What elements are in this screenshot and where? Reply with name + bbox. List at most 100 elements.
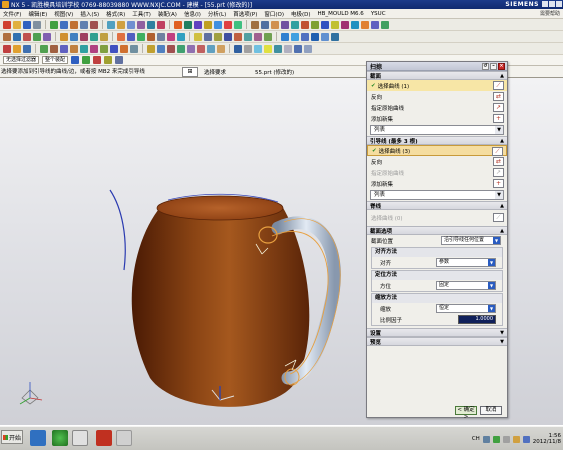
light-icon[interactable] bbox=[254, 44, 262, 53]
menu-assemblies[interactable]: 装配(A) bbox=[158, 10, 177, 18]
menu-analysis[interactable]: 分析(L) bbox=[208, 10, 226, 18]
section-location-select[interactable]: 沿引导线任何位置 ▼ bbox=[441, 236, 501, 245]
menu-view[interactable]: 视图(V) bbox=[54, 10, 73, 18]
wireframe-icon[interactable] bbox=[157, 20, 165, 29]
reset-button[interactable]: ↺ bbox=[482, 63, 489, 70]
minimize-button[interactable] bbox=[542, 1, 548, 7]
mug-rim[interactable] bbox=[156, 195, 284, 221]
orientation-method-title[interactable]: 定位方法 bbox=[372, 271, 502, 280]
document-tab-icon[interactable]: ⊞ bbox=[182, 67, 198, 77]
pocket-icon[interactable] bbox=[100, 44, 108, 53]
mirror-icon[interactable] bbox=[321, 20, 329, 29]
tray-display-icon[interactable] bbox=[522, 435, 530, 443]
clip-icon[interactable] bbox=[274, 44, 282, 53]
section-select-curve-row[interactable]: ✔ 选择曲线 (1) ⟋ bbox=[367, 80, 507, 91]
reverse-direction-icon[interactable]: ⇄ bbox=[493, 92, 504, 101]
menu-tools[interactable]: 工具(T) bbox=[132, 10, 151, 18]
replace-face-icon[interactable] bbox=[281, 20, 289, 29]
curve-select-icon[interactable]: ⟋ bbox=[493, 213, 504, 222]
feature-edit-icon[interactable] bbox=[13, 44, 21, 53]
datum-icon[interactable] bbox=[381, 20, 389, 29]
selection-scope-dropdown[interactable]: 整个装配 bbox=[42, 56, 69, 64]
zoom-icon[interactable] bbox=[117, 20, 125, 29]
curve-select-icon[interactable]: ⟋ bbox=[493, 81, 504, 90]
snap-endpoint-icon[interactable] bbox=[71, 56, 80, 64]
undo-icon[interactable] bbox=[50, 20, 58, 29]
trim-body-icon[interactable] bbox=[251, 20, 259, 29]
settings-group-header[interactable]: 设置 ▼ bbox=[367, 328, 507, 337]
cancel-button[interactable]: 取消 bbox=[480, 405, 502, 415]
feature-new-icon[interactable] bbox=[3, 44, 11, 53]
view-iso-icon[interactable] bbox=[311, 32, 319, 41]
menu-electrode[interactable]: 电极(D) bbox=[291, 10, 311, 18]
n-sided-icon[interactable] bbox=[147, 32, 155, 41]
through-curves-icon[interactable] bbox=[117, 32, 125, 41]
taskbar-app-window-icon[interactable] bbox=[116, 430, 132, 446]
slot-icon[interactable] bbox=[120, 44, 128, 53]
chevron-down-icon[interactable]: ▼ bbox=[500, 339, 504, 345]
swept-icon[interactable] bbox=[137, 32, 145, 41]
intersect-curve-icon[interactable] bbox=[70, 32, 78, 41]
section-list[interactable]: 列表 ▼ bbox=[370, 125, 504, 135]
clock[interactable]: 1:56 2012/11/8 bbox=[533, 433, 561, 445]
material-icon[interactable] bbox=[244, 44, 252, 53]
preview-group-header[interactable]: 预览 ▼ bbox=[367, 337, 507, 346]
view-trimetric-icon[interactable] bbox=[321, 32, 329, 41]
grid-icon[interactable] bbox=[304, 44, 312, 53]
pattern-icon[interactable] bbox=[311, 20, 319, 29]
sketch-icon[interactable] bbox=[70, 20, 78, 29]
scaling-method-title[interactable]: 缩放方法 bbox=[372, 294, 502, 303]
circle-icon[interactable] bbox=[33, 32, 41, 41]
taskbar-app-media-icon[interactable] bbox=[96, 430, 112, 446]
menu-preferences[interactable]: 首选项(P) bbox=[233, 10, 257, 18]
curvature-icon[interactable] bbox=[214, 32, 222, 41]
offset-curve-icon[interactable] bbox=[80, 32, 88, 41]
collapse-button[interactable]: – bbox=[490, 63, 497, 70]
boss-icon[interactable] bbox=[90, 44, 98, 53]
reflection-icon[interactable] bbox=[234, 32, 242, 41]
join-curve-icon[interactable] bbox=[100, 32, 108, 41]
chevron-down-icon[interactable]: ▼ bbox=[488, 305, 495, 312]
feature-copy-icon[interactable] bbox=[23, 44, 31, 53]
tray-security-icon[interactable] bbox=[492, 435, 500, 443]
language-indicator[interactable]: CH bbox=[472, 436, 480, 442]
ok-button[interactable]: < 确定 > bbox=[455, 405, 477, 420]
deviation-icon[interactable] bbox=[204, 32, 212, 41]
arc-icon[interactable] bbox=[23, 32, 31, 41]
distance-icon[interactable] bbox=[254, 32, 262, 41]
alignment-method-title[interactable]: 对齐方法 bbox=[372, 248, 502, 257]
dialog-title-bar[interactable]: 扫掠 ↺ – × bbox=[367, 62, 507, 71]
snap-center-icon[interactable] bbox=[93, 56, 102, 64]
snap-quadrant-icon[interactable] bbox=[115, 56, 124, 64]
emboss-icon[interactable] bbox=[167, 44, 175, 53]
shaded-icon[interactable] bbox=[147, 20, 155, 29]
layer-icon[interactable] bbox=[341, 20, 349, 29]
bridge-curve-icon[interactable] bbox=[90, 32, 98, 41]
taskbar-app-nx-icon[interactable] bbox=[72, 430, 88, 446]
highlight-icon[interactable] bbox=[264, 44, 272, 53]
render-icon[interactable] bbox=[234, 44, 242, 53]
view-back-icon[interactable] bbox=[331, 32, 339, 41]
chevron-down-icon[interactable]: ▼ bbox=[493, 237, 500, 244]
menu-ysuc[interactable]: YSUC bbox=[371, 11, 386, 17]
guides-select-curve-row[interactable]: ✔ 选择曲线 (3) ⟋ bbox=[367, 145, 507, 156]
reverse-direction-icon[interactable]: ⇄ bbox=[493, 157, 504, 166]
move-face-icon[interactable] bbox=[291, 20, 299, 29]
tray-network-icon[interactable] bbox=[482, 435, 490, 443]
redo-icon[interactable] bbox=[60, 20, 68, 29]
menu-format[interactable]: 格式(R) bbox=[106, 10, 125, 18]
rotate-icon[interactable] bbox=[127, 20, 135, 29]
show-icon[interactable] bbox=[361, 20, 369, 29]
tray-volume-icon[interactable] bbox=[502, 435, 510, 443]
spine-group-header[interactable]: 脊线 ▲ bbox=[367, 201, 507, 210]
transform-icon[interactable] bbox=[217, 44, 225, 53]
new-icon[interactable] bbox=[3, 20, 11, 29]
save-icon[interactable] bbox=[23, 20, 31, 29]
chevron-down-icon[interactable]: ▼ bbox=[495, 191, 503, 199]
wcs-icon[interactable] bbox=[371, 20, 379, 29]
section-options-group-header[interactable]: 截面选项 ▲ bbox=[367, 226, 507, 235]
chevron-down-icon[interactable]: ▼ bbox=[500, 330, 504, 336]
chamfer-icon[interactable] bbox=[184, 20, 192, 29]
snap-icon[interactable] bbox=[294, 44, 302, 53]
origin-curve-icon[interactable]: ↗ bbox=[493, 103, 504, 112]
